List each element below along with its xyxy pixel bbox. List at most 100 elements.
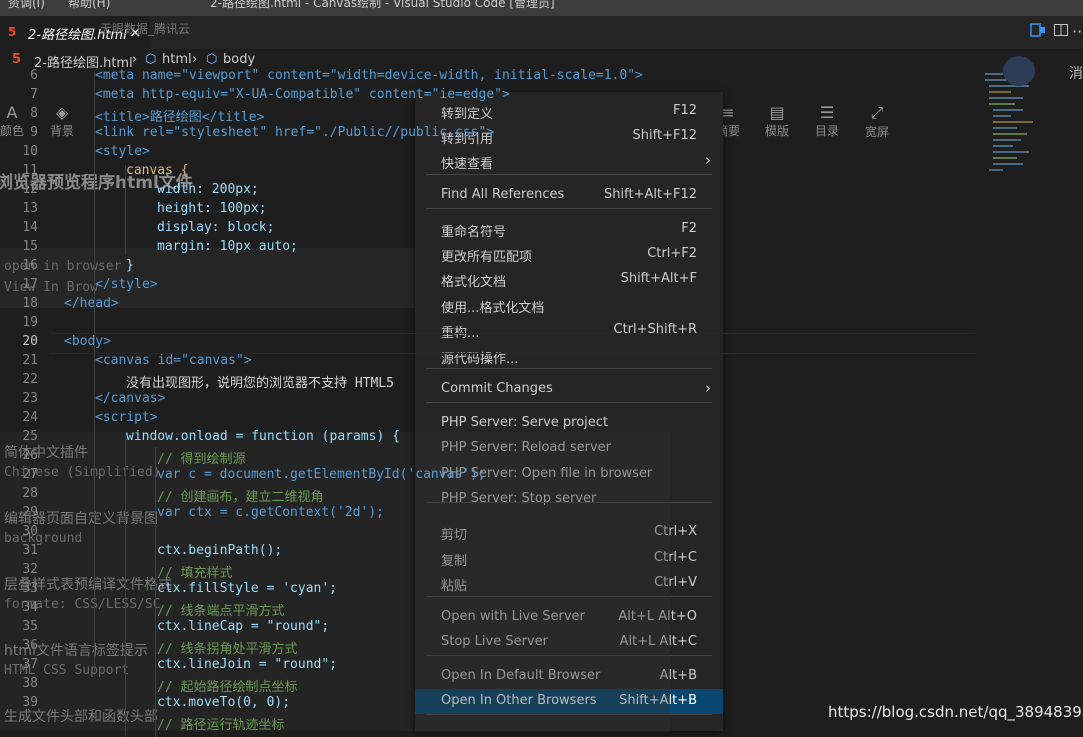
menu-separator	[426, 368, 712, 369]
code-line[interactable]: ctx.fillStyle = 'cyan';	[157, 581, 337, 596]
line-number: 12	[22, 182, 38, 197]
menu-item-label: 更改所有匹配项	[441, 250, 533, 265]
code-line[interactable]: <canvas id="canvas">	[95, 353, 252, 368]
code-line[interactable]: window.onload = function (params) {	[126, 429, 400, 444]
breadcrumb-html[interactable]: html	[162, 52, 192, 67]
menu-separator	[426, 174, 712, 175]
code-line[interactable]: }	[126, 258, 134, 273]
current-line-highlight	[50, 333, 975, 354]
context-menu-item[interactable]: Commit Changes ›	[415, 377, 723, 402]
code-line[interactable]: height: 100px;	[157, 201, 267, 216]
tab-ghost-text: 无眼数据_腾讯云	[100, 22, 191, 36]
code-line[interactable]: </style>	[95, 277, 158, 292]
breadcrumb-body[interactable]: body	[223, 52, 255, 67]
context-menu-item[interactable]: 快速查看 ›	[415, 149, 723, 174]
line-number: 19	[22, 315, 38, 330]
code-line[interactable]: <title>路径绘图</title>	[95, 106, 264, 125]
menu-item-label: 重命名符号	[441, 225, 507, 240]
element-icon: ⬡	[145, 52, 157, 67]
menu-item-label: Commit Changes	[441, 381, 553, 396]
menu-item-shortcut: Ctrl+F2	[647, 246, 697, 261]
code-line[interactable]: var ctx = c.getContext('2d');	[157, 505, 384, 520]
menu-item-label: 使用...格式化文档	[441, 301, 545, 316]
context-menu-item[interactable]: 更改所有匹配项 Ctrl+F2	[415, 242, 723, 267]
code-line[interactable]: <link rel="stylesheet" href="./Public//p…	[95, 125, 494, 140]
code-line[interactable]: // 创建画布，建立二维视角	[157, 486, 323, 505]
line-number: 17	[22, 277, 38, 292]
menu-item-shortcut: F2	[681, 221, 697, 236]
indent-guide	[125, 437, 126, 737]
menu-item-shortcut: Shift+Alt+F	[620, 271, 697, 286]
context-menu-item[interactable]: Find All References Shift+Alt+F12	[415, 183, 723, 208]
menu-item-label: 转到定义	[441, 107, 494, 122]
html5-icon: 5	[12, 52, 22, 67]
context-menu-item[interactable]: 重命名符号 F2	[415, 217, 723, 242]
code-line[interactable]: ctx.beginPath();	[157, 543, 282, 558]
context-menu-item[interactable]: 使用...格式化文档	[415, 293, 723, 318]
code-line[interactable]: display: block;	[157, 220, 274, 235]
menu-item-shortcut: Shift+F12	[632, 128, 697, 143]
line-number: 11	[22, 163, 38, 178]
line-number: 29	[22, 505, 38, 520]
toolbar-ghost-background: ◈ 背景	[49, 103, 74, 138]
code-line[interactable]: // 起始路径绘制点坐标	[157, 676, 297, 695]
line-number: 35	[22, 619, 38, 634]
menu-item-label: PHP Server: Serve project	[441, 415, 609, 430]
code-line[interactable]: width: 200px;	[157, 182, 259, 197]
line-number: 6	[30, 68, 38, 83]
line-number: 24	[22, 410, 38, 425]
line-number: 39	[22, 695, 38, 710]
code-line[interactable]: margin: 10px auto;	[157, 239, 298, 254]
code-line[interactable]: <meta http-equiv="X-UA-Compatible" conte…	[95, 87, 510, 102]
line-number: 25	[22, 429, 38, 444]
context-menu-item[interactable]: 转到定义 F12	[415, 99, 723, 124]
code-line[interactable]: <style>	[95, 144, 150, 159]
line-number: 16	[22, 258, 38, 273]
code-line[interactable]: ctx.lineJoin = "round";	[157, 657, 337, 672]
line-number: 15	[22, 239, 38, 254]
chevron-right-icon: ›	[705, 151, 711, 169]
code-line[interactable]: <meta name="viewport" content="width=dev…	[95, 68, 643, 83]
code-line[interactable]: var c = document.getElementById('canvas'…	[157, 467, 486, 482]
chevron-right-icon: ›	[705, 379, 711, 397]
code-line[interactable]: canvas {	[126, 163, 189, 178]
code-line[interactable]: // 线条拐角处平滑方式	[157, 638, 297, 657]
code-line[interactable]: <script>	[95, 410, 158, 425]
menu-separator	[426, 208, 712, 209]
code-line[interactable]: // 路径运行轨迹坐标	[157, 714, 284, 733]
menu-item-help[interactable]: 帮助(H)	[68, 0, 110, 11]
split-editor-icon[interactable]	[1050, 22, 1072, 44]
more-actions-icon[interactable]: ···	[1072, 22, 1083, 44]
toolbar-ghost-toc: ☰ 目录	[814, 103, 839, 138]
code-line[interactable]: // 得到绘制源	[157, 448, 245, 467]
code-line[interactable]: </head>	[64, 296, 119, 311]
line-number: 26	[22, 448, 38, 463]
code-line[interactable]: </canvas>	[95, 391, 165, 406]
avatar	[1003, 56, 1035, 86]
indent-guide	[94, 71, 95, 671]
open-preview-icon[interactable]	[1027, 22, 1049, 44]
indent-guide	[155, 447, 156, 737]
line-number: 27	[22, 467, 38, 482]
menu-item-label: 快速查看	[441, 157, 494, 172]
line-number: 14	[22, 220, 38, 235]
line-number: 33	[22, 581, 38, 596]
title-bar: 资调(I) 帮助(H) 2-路径绘图.html - Canvas绘制 - Vis…	[0, 0, 1083, 16]
code-line[interactable]: // 填充样式	[157, 562, 232, 581]
context-menu-item[interactable]: 格式化文档 Shift+Alt+F	[415, 267, 723, 292]
line-number: 10	[22, 144, 38, 159]
code-line[interactable]: // 线条端点平滑方式	[157, 600, 284, 619]
code-line[interactable]: ctx.moveTo(0, 0);	[157, 695, 290, 710]
line-number: 8	[30, 106, 38, 121]
line-number: 7	[30, 87, 38, 102]
menu-item-tools[interactable]: 资调(I)	[8, 0, 45, 11]
minimap[interactable]	[975, 71, 1083, 731]
line-number: 13	[22, 201, 38, 216]
code-line[interactable]: ctx.lineCap = "round";	[157, 619, 329, 634]
menu-item-shortcut: F12	[672, 103, 697, 118]
line-number: 23	[22, 391, 38, 406]
code-line[interactable]: 没有出现图形，说明您的浏览器不支持 HTML5	[126, 372, 394, 391]
ghost-text-right: 消	[1069, 66, 1083, 82]
menu-item-label: 格式化文档	[441, 275, 507, 290]
chevron-right-icon: ›	[132, 52, 138, 67]
